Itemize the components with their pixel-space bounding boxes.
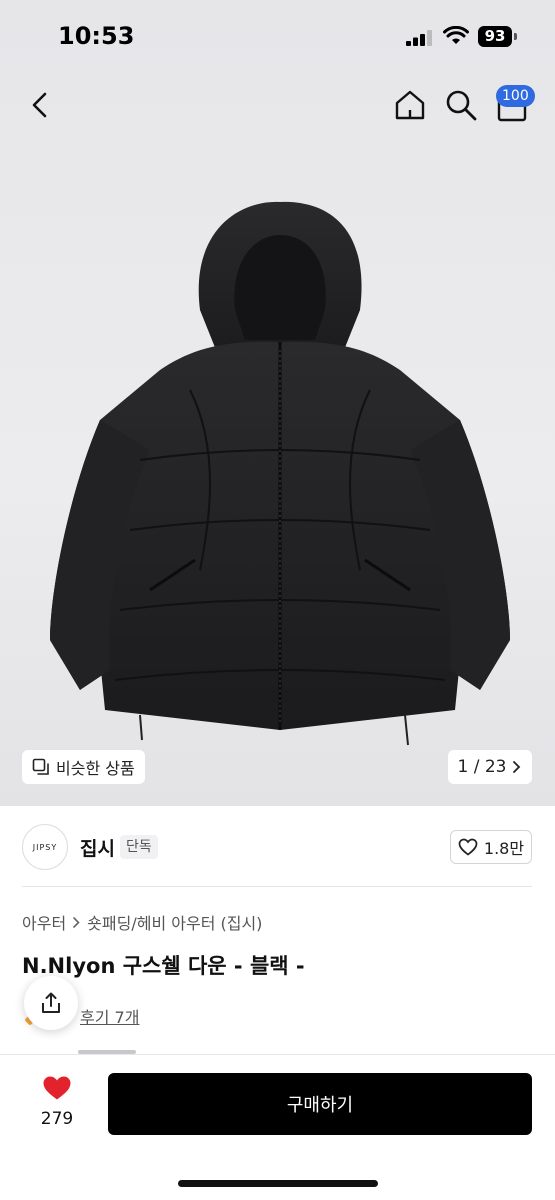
brand-row: JIPSY 집시 단독 1.8만 <box>0 806 555 886</box>
image-counter: 1 / 23 <box>457 757 507 777</box>
review-link[interactable]: 후기 7개 <box>80 1004 139 1028</box>
cart-badge: 100 <box>496 85 535 107</box>
brand-logo[interactable]: JIPSY <box>22 824 68 870</box>
exclusive-badge: 단독 <box>120 835 158 859</box>
brand-like-count: 1.8만 <box>483 839 525 858</box>
share-icon <box>42 992 60 1013</box>
breadcrumb: 아우터 숏패딩/헤비 아우터 (집시) <box>22 910 262 934</box>
search-icon[interactable] <box>444 88 478 122</box>
image-counter-button[interactable]: 1 / 23 <box>448 750 532 784</box>
home-indicator <box>178 1180 378 1187</box>
divider <box>22 886 532 887</box>
product-title: N.Nlyon 구스쉘 다운 - 블랙 - <box>22 954 305 978</box>
similar-icon <box>32 758 49 775</box>
back-icon[interactable] <box>26 90 54 120</box>
status-time: 10:53 <box>58 22 135 50</box>
wish-count: 279 <box>40 1109 74 1129</box>
chevron-right-icon <box>73 916 80 928</box>
jacket-image <box>50 201 510 746</box>
chevron-right-icon <box>513 761 521 773</box>
brand-like-button[interactable]: 1.8만 <box>450 830 532 864</box>
buy-button[interactable]: 구매하기 <box>108 1073 532 1135</box>
breadcrumb-category[interactable]: 아우터 <box>22 910 66 934</box>
battery-icon: 93 <box>478 26 518 47</box>
heart-filled-icon <box>43 1076 71 1100</box>
bottom-action-bar: 279 구매하기 <box>0 1054 555 1200</box>
top-nav: 100 <box>0 80 555 130</box>
brand-name[interactable]: 집시 <box>80 834 115 861</box>
share-button[interactable] <box>24 976 78 1030</box>
signal-icon <box>406 30 432 46</box>
wifi-icon <box>443 26 469 44</box>
heart-outline-icon <box>458 838 478 856</box>
wishlist-button[interactable]: 279 <box>34 1075 80 1135</box>
status-bar: 10:53 93 <box>0 0 555 70</box>
home-icon[interactable] <box>393 88 427 122</box>
similar-products-button[interactable]: 비슷한 상품 <box>22 750 145 784</box>
similar-label: 비슷한 상품 <box>56 759 135 778</box>
breadcrumb-subcategory[interactable]: 숏패딩/헤비 아우터 (집시) <box>87 910 262 934</box>
battery-level: 93 <box>478 26 512 47</box>
